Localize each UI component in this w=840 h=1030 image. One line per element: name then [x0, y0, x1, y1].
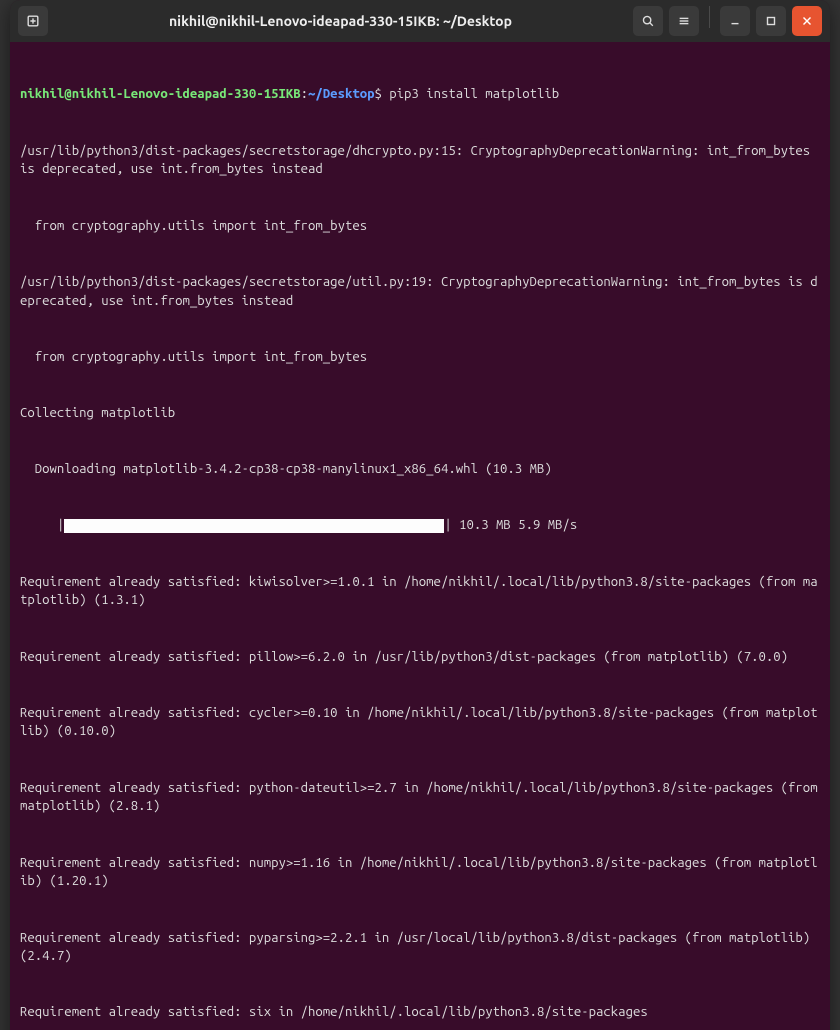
close-button[interactable] [792, 6, 822, 36]
titlebar: nikhil@nikhil-Lenovo-ideapad-330-15IKB: … [10, 0, 830, 42]
search-button[interactable] [633, 6, 663, 36]
output-line: Requirement already satisfied: pillow>=6… [20, 648, 820, 667]
progress-bar [64, 519, 444, 533]
window-title: nikhil@nikhil-Lenovo-ideapad-330-15IKB: … [54, 13, 627, 29]
separator [709, 6, 710, 28]
prompt-dollar: $ [375, 87, 382, 101]
output-line: from cryptography.utils import int_from_… [20, 348, 820, 367]
output-line: Requirement already satisfied: pyparsing… [20, 929, 820, 966]
prompt-line: nikhil@nikhil-Lenovo-ideapad-330-15IKB:~… [20, 85, 820, 104]
output-line: /usr/lib/python3/dist-packages/secretsto… [20, 273, 820, 310]
maximize-button[interactable] [756, 6, 786, 36]
menu-button[interactable] [669, 6, 699, 36]
new-tab-button[interactable] [18, 6, 48, 36]
output-line: Requirement already satisfied: numpy>=1.… [20, 854, 820, 891]
minimize-button[interactable] [720, 6, 750, 36]
progress-stats: | 10.3 MB 5.9 MB/s [444, 518, 577, 532]
output-line: from cryptography.utils import int_from_… [20, 217, 820, 236]
prompt-path: ~/Desktop [308, 87, 374, 101]
prompt-separator: : [301, 87, 308, 101]
progress-indent: | [20, 518, 64, 532]
output-line: /usr/lib/python3/dist-packages/secretsto… [20, 142, 820, 179]
titlebar-right-controls [633, 6, 822, 36]
output-line: Requirement already satisfied: kiwisolve… [20, 573, 820, 610]
output-line: Requirement already satisfied: cycler>=0… [20, 704, 820, 741]
output-line: Downloading matplotlib-3.4.2-cp38-cp38-m… [20, 460, 820, 479]
output-line: Collecting matplotlib [20, 404, 820, 423]
command-text: pip3 install matplotlib [389, 87, 559, 101]
output-line: Requirement already satisfied: six in /h… [20, 1003, 820, 1022]
terminal-body[interactable]: nikhil@nikhil-Lenovo-ideapad-330-15IKB:~… [10, 42, 830, 1030]
output-line: Requirement already satisfied: python-da… [20, 779, 820, 816]
progress-line: | | 10.3 MB 5.9 MB/s [20, 516, 820, 535]
terminal-window: nikhil@nikhil-Lenovo-ideapad-330-15IKB: … [10, 0, 830, 1030]
prompt-user-host: nikhil@nikhil-Lenovo-ideapad-330-15IKB [20, 87, 301, 101]
